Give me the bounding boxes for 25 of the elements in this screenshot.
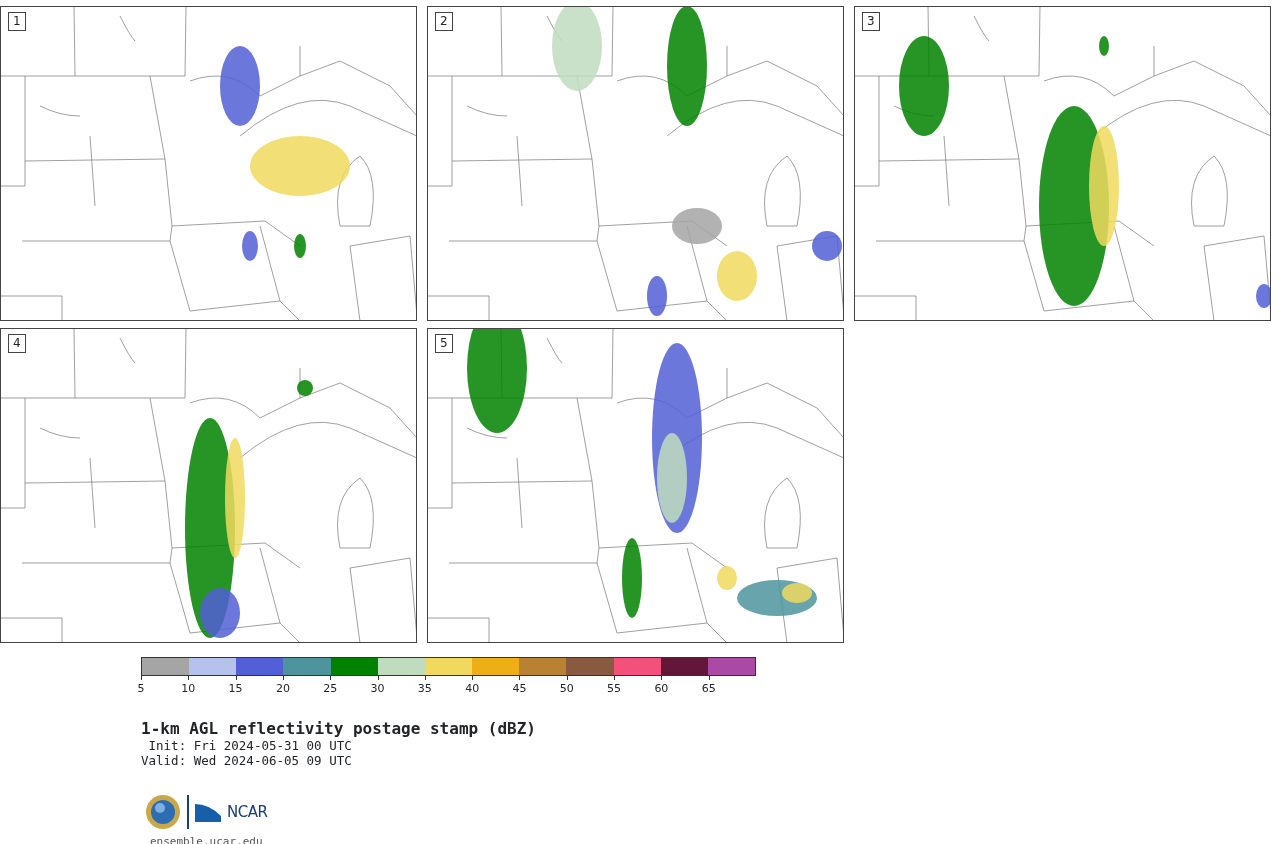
init-time: Init: Fri 2024-05-31 00 UTC [147, 738, 353, 753]
panel-number: 2 [435, 12, 453, 31]
tick-label: 10 [181, 681, 196, 697]
tick-label: 30 [370, 681, 385, 697]
panel-number: 5 [435, 334, 453, 353]
tick-label: 50 [559, 681, 574, 697]
valid-time: Valid: Wed 2024-06-05 09 UTC [141, 753, 353, 768]
panel-number: 3 [862, 12, 880, 31]
tick-label: 45 [512, 681, 527, 697]
tick-label: 60 [654, 681, 669, 697]
panel-number: 4 [8, 334, 26, 353]
divider-line-icon [187, 795, 189, 829]
tick-label: 25 [323, 681, 338, 697]
tick-label: 35 [417, 681, 432, 697]
plot-title: 1-km AGL reflectivity postage stamp (dBZ) [141, 720, 537, 738]
tick-label: 15 [228, 681, 243, 697]
tick-label: 55 [607, 681, 622, 697]
tick-label: 65 [701, 681, 716, 697]
tick-label: 20 [275, 681, 290, 697]
ncar-logo-text: NCAR [227, 801, 268, 823]
tick-label: 40 [465, 681, 480, 697]
ncar-logo-icon [195, 802, 221, 822]
tick-label: 5 [137, 681, 145, 697]
seal-logo-icon [145, 794, 181, 830]
panel-number: 1 [8, 12, 26, 31]
